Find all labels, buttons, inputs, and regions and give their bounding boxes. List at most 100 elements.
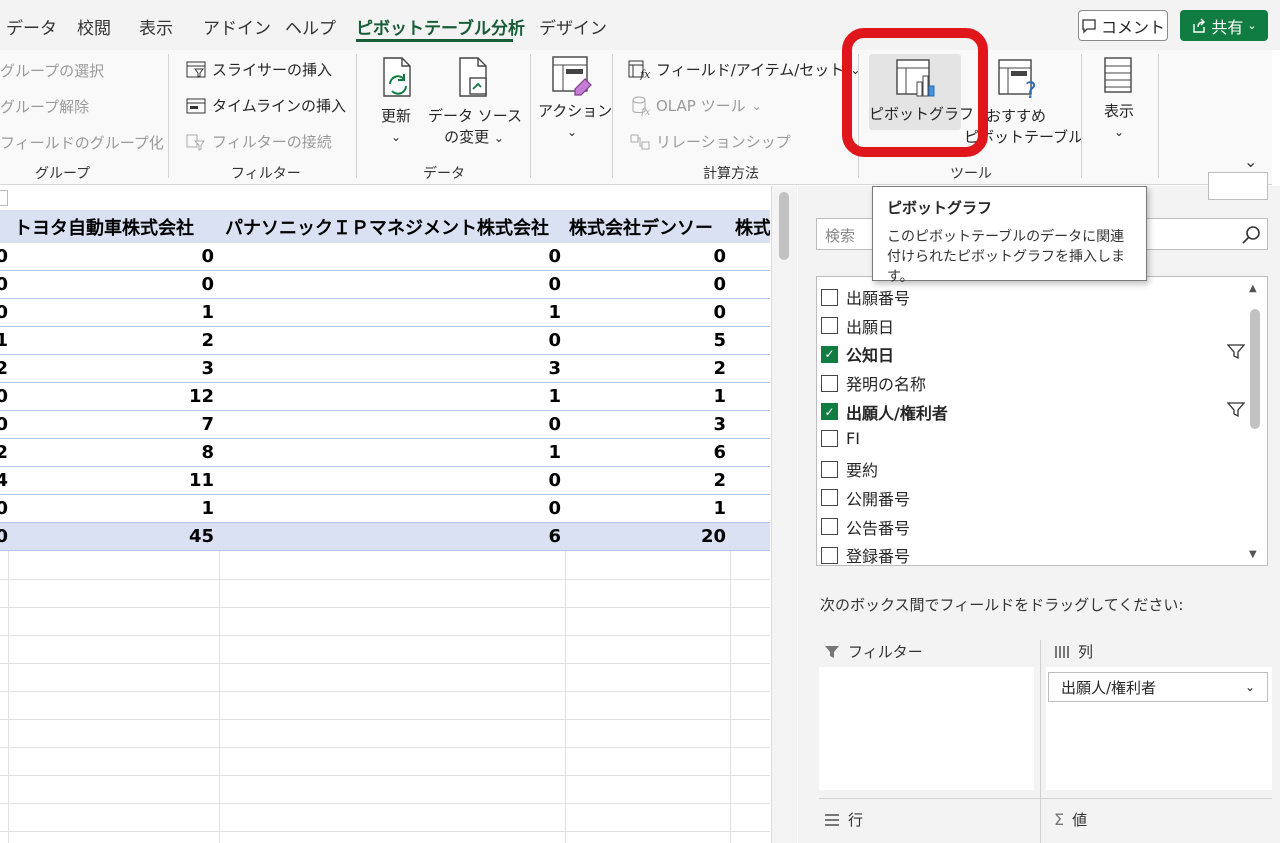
total-cell[interactable]: 0 <box>0 526 8 547</box>
pane-tools-button[interactable] <box>1208 172 1268 200</box>
table-cell[interactable]: 8 <box>134 442 214 463</box>
relationships-button[interactable]: リレーションシップ <box>630 131 791 152</box>
table-cell[interactable]: 0 <box>0 386 8 407</box>
filter-dropdown-icon[interactable] <box>0 190 8 206</box>
filter-drop-area[interactable] <box>819 667 1034 790</box>
table-cell[interactable]: 3 <box>646 414 726 435</box>
table-cell[interactable]: 5 <box>646 330 726 351</box>
table-cell[interactable]: 0 <box>134 274 214 295</box>
field-list-item[interactable]: 要約 <box>821 457 878 481</box>
table-cell[interactable]: 0 <box>0 274 8 295</box>
table-cell[interactable]: 12 <box>134 386 214 407</box>
table-cell[interactable]: 3 <box>134 358 214 379</box>
field-filter-icon[interactable] <box>1227 402 1245 418</box>
tab-data[interactable]: データ <box>6 14 57 39</box>
field-list-item[interactable]: 公開番号 <box>821 486 910 510</box>
table-cell[interactable]: 0 <box>646 302 726 323</box>
field-checkbox[interactable] <box>821 288 838 306</box>
worksheet[interactable]: トヨタ自動車株式会社 パナソニックＩＰマネジメント株式会社 株式会社デンソー 株… <box>0 186 770 843</box>
ungroup-button[interactable]: グループ解除 <box>0 96 89 117</box>
tab-help[interactable]: ヘルプ <box>285 14 336 39</box>
field-checkbox[interactable] <box>821 317 838 335</box>
table-cell[interactable]: 0 <box>0 498 8 519</box>
share-button[interactable]: 共有 ⌄ <box>1180 10 1268 41</box>
table-cell[interactable]: 2 <box>0 358 8 379</box>
refresh-button[interactable]: 更新 ⌄ <box>376 106 416 148</box>
table-cell[interactable]: 3 <box>481 358 561 379</box>
field-checkbox[interactable] <box>821 546 838 564</box>
field-checkbox[interactable]: ✓ <box>821 403 838 421</box>
field-checkbox[interactable]: ✓ <box>821 345 838 363</box>
table-cell[interactable]: 7 <box>134 414 214 435</box>
comment-button[interactable]: コメント <box>1078 10 1168 41</box>
field-list-item[interactable]: FI <box>821 429 860 448</box>
group-field-button[interactable]: フィールドのグループ化 <box>0 132 164 153</box>
table-cell[interactable]: 0 <box>0 414 8 435</box>
collapse-ribbon-icon[interactable]: ⌄ <box>1244 152 1257 171</box>
table-cell[interactable]: 4 <box>0 470 8 491</box>
table-cell[interactable]: 0 <box>481 246 561 267</box>
sheet-vertical-scrollbar[interactable] <box>771 186 797 843</box>
field-checkbox[interactable] <box>821 460 838 478</box>
table-cell[interactable]: 0 <box>481 330 561 351</box>
field-list-item[interactable]: 発明の名称 <box>821 371 926 395</box>
tab-view[interactable]: 表示 <box>139 14 173 39</box>
field-list-scrollbar[interactable]: ▲ ▼ <box>1245 281 1265 563</box>
total-cell[interactable]: 45 <box>134 526 214 547</box>
field-checkbox[interactable] <box>821 374 838 392</box>
tab-pivottable-analyze[interactable]: ピボットテーブル分析 <box>356 14 525 39</box>
show-button[interactable]: 表示 ⌄ <box>1096 101 1142 143</box>
filter-connections-button[interactable]: フィルターの接続 <box>186 131 332 152</box>
tab-design[interactable]: デザイン <box>539 14 607 39</box>
scroll-up-icon[interactable]: ▲ <box>1249 283 1257 294</box>
olap-tools-button[interactable]: fx OLAP ツール ⌄ <box>630 95 762 116</box>
table-cell[interactable]: 1 <box>134 498 214 519</box>
actions-button[interactable]: アクション ⌄ <box>538 101 612 143</box>
scroll-thumb[interactable] <box>779 192 789 260</box>
column-header[interactable]: 株式会社デンソー <box>569 214 713 240</box>
column-header[interactable]: トヨタ自動車株式会社 <box>14 214 194 240</box>
table-cell[interactable]: 0 <box>481 274 561 295</box>
table-cell[interactable]: 1 <box>481 442 561 463</box>
table-cell[interactable]: 1 <box>481 302 561 323</box>
table-cell[interactable]: 2 <box>646 470 726 491</box>
field-list-item[interactable]: 登録番号 <box>821 543 910 565</box>
column-header[interactable]: パナソニックＩＰマネジメント株式会社 <box>225 214 549 240</box>
field-filter-icon[interactable] <box>1227 344 1245 360</box>
scroll-down-icon[interactable]: ▼ <box>1249 549 1257 560</box>
field-checkbox[interactable] <box>821 518 838 536</box>
field-checkbox[interactable] <box>821 429 838 447</box>
group-selection-button[interactable]: グループの選択 <box>0 60 104 81</box>
field-list-item[interactable]: 出願日 <box>821 314 894 338</box>
table-cell[interactable]: 6 <box>646 442 726 463</box>
table-cell[interactable]: 2 <box>134 330 214 351</box>
table-cell[interactable]: 0 <box>0 302 8 323</box>
table-cell[interactable]: 1 <box>134 302 214 323</box>
field-checkbox[interactable] <box>821 489 838 507</box>
field-list-item[interactable]: ✓ 出願人/権利者 <box>821 400 948 424</box>
insert-timeline-button[interactable]: タイムラインの挿入 <box>186 95 346 116</box>
insert-slicer-button[interactable]: スライサーの挿入 <box>186 59 332 80</box>
table-cell[interactable]: 0 <box>481 470 561 491</box>
field-list-scroll-thumb[interactable] <box>1250 309 1260 429</box>
table-cell[interactable]: 1 <box>0 330 8 351</box>
table-cell[interactable]: 1 <box>646 498 726 519</box>
column-field-dropdown[interactable]: 出願人/権利者 ⌄ <box>1048 672 1268 702</box>
table-cell[interactable]: 1 <box>481 386 561 407</box>
table-cell[interactable]: 0 <box>134 246 214 267</box>
field-list-item[interactable]: 出願番号 <box>821 285 910 309</box>
tab-addins[interactable]: アドイン <box>203 14 271 39</box>
total-cell[interactable]: 6 <box>481 526 561 547</box>
fields-items-sets-button[interactable]: fx フィールド/アイテム/セット ⌄ <box>628 59 860 80</box>
total-cell[interactable]: 20 <box>646 526 726 547</box>
table-cell[interactable]: 2 <box>0 442 8 463</box>
tab-review[interactable]: 校閲 <box>77 14 111 39</box>
table-cell[interactable]: 0 <box>646 274 726 295</box>
change-data-source-button[interactable]: データ ソース の変更 ⌄ <box>428 106 522 149</box>
table-cell[interactable]: 0 <box>481 498 561 519</box>
table-cell[interactable]: 0 <box>646 246 726 267</box>
field-list-item[interactable]: 公告番号 <box>821 515 910 539</box>
table-cell[interactable]: 2 <box>646 358 726 379</box>
table-cell[interactable]: 11 <box>134 470 214 491</box>
column-header[interactable]: 株式 <box>735 214 770 240</box>
